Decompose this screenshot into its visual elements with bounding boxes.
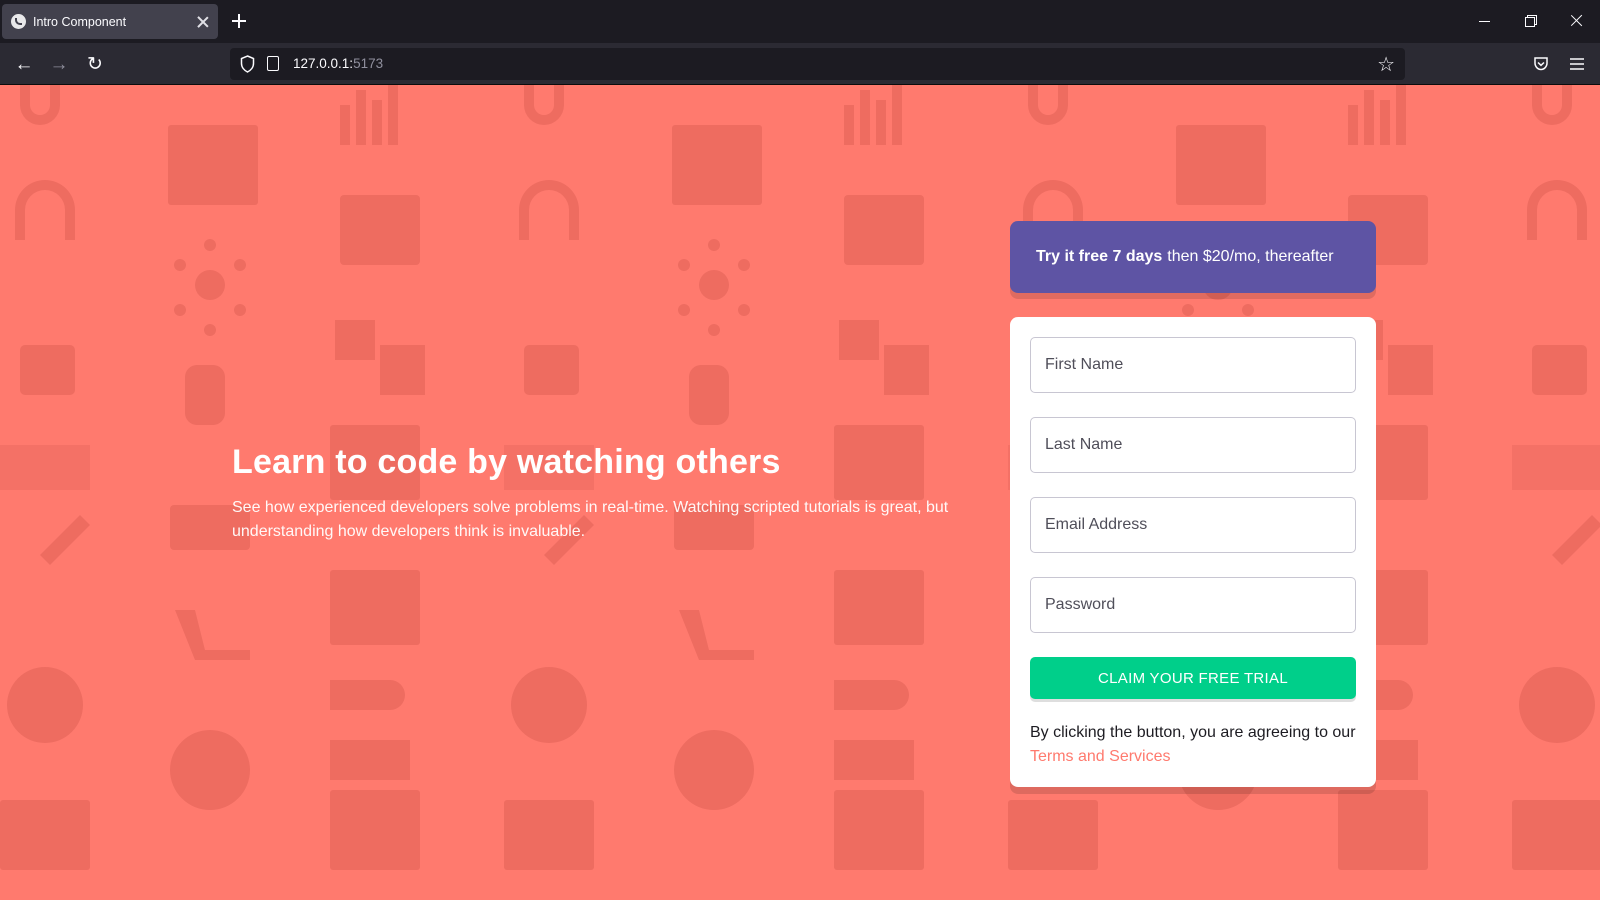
restore-icon[interactable] — [1522, 12, 1540, 30]
close-tab-icon[interactable] — [196, 15, 210, 29]
pocket-icon[interactable] — [1530, 53, 1552, 75]
forward-icon[interactable]: → — [48, 53, 70, 75]
signup-form: CLAIM YOUR FREE TRIAL By clicking the bu… — [1010, 317, 1376, 787]
claim-trial-button[interactable]: CLAIM YOUR FREE TRIAL — [1030, 657, 1356, 699]
bookmark-star-icon[interactable]: ☆ — [1377, 52, 1395, 77]
promo-bold-text: Try it free 7 days — [1036, 248, 1163, 265]
url-text[interactable]: 127.0.0.1:5173 — [293, 56, 383, 71]
terms-prefix: By clicking the button, you are agreeing… — [1030, 724, 1356, 741]
promo-text: then $20/mo, thereafter — [1167, 248, 1334, 265]
tab-title: Intro Component — [33, 14, 127, 29]
minimize-icon[interactable] — [1476, 12, 1494, 30]
last-name-input[interactable] — [1030, 417, 1356, 473]
hero-title: Learn to code by watching others — [232, 443, 781, 481]
browser-navbar: ← → ↻ 127.0.0.1:5173 ☆ — [0, 43, 1600, 85]
page-viewport: Learn to code by watching others See how… — [0, 85, 1600, 900]
terms-notice: By clicking the button, you are agreeing… — [1030, 721, 1356, 769]
back-icon[interactable]: ← — [13, 53, 35, 75]
first-name-input[interactable] — [1030, 337, 1356, 393]
password-input[interactable] — [1030, 577, 1356, 633]
shield-icon[interactable] — [240, 55, 255, 73]
reload-icon[interactable]: ↻ — [84, 53, 106, 75]
browser-tab[interactable]: Intro Component — [2, 4, 218, 39]
new-tab-icon[interactable] — [230, 12, 248, 30]
favicon-icon — [11, 14, 26, 29]
terms-link[interactable]: Terms and Services — [1030, 748, 1171, 765]
trial-promo-banner: Try it free 7 days then $20/mo, thereaft… — [1010, 221, 1376, 293]
menu-icon[interactable] — [1566, 53, 1588, 75]
hero-description: See how experienced developers solve pro… — [232, 499, 949, 540]
close-window-icon[interactable] — [1568, 12, 1586, 30]
browser-tabbar: Intro Component — [0, 0, 1600, 43]
hero-section: Learn to code by watching others See how… — [232, 443, 972, 544]
email-input[interactable] — [1030, 497, 1356, 553]
page-icon — [267, 56, 279, 71]
address-bar[interactable]: 127.0.0.1:5173 ☆ — [230, 48, 1405, 80]
